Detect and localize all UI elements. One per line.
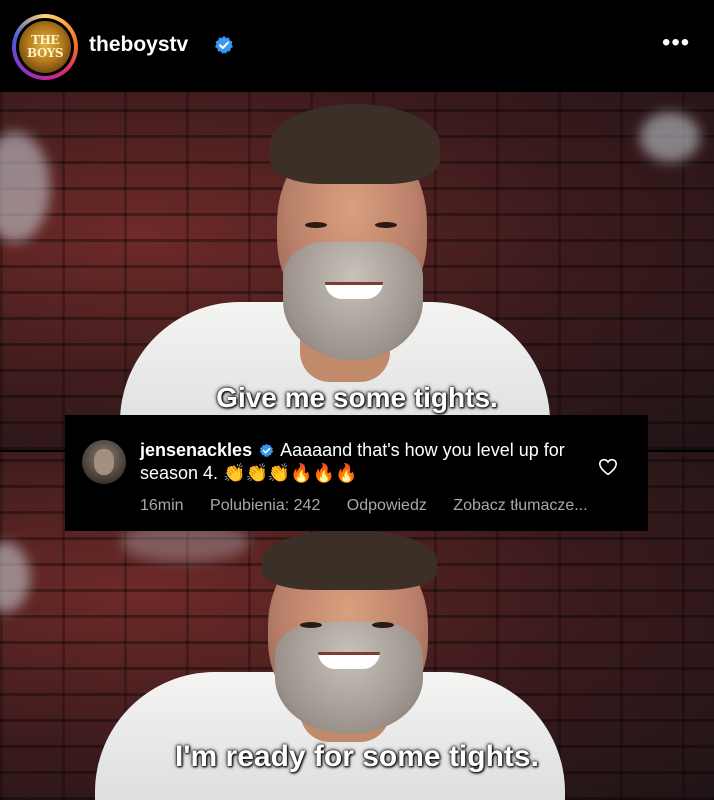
avatar-logo: THE BOYS <box>19 21 71 73</box>
comment-meta: 16min Polubienia: 242 Odpowiedz Zobacz t… <box>140 497 610 515</box>
comment-body: jensenackles Aaaaand that's how you leve… <box>140 439 600 485</box>
verified-badge-icon <box>215 36 233 54</box>
commenter-face <box>94 449 114 475</box>
video-frame-top: Give me some tights. <box>0 92 714 450</box>
comment-time: 16min <box>140 497 184 514</box>
username[interactable]: theboystv <box>89 33 188 57</box>
avatar-frame: THE BOYS <box>16 18 74 76</box>
avatar-logo-text: THE BOYS <box>26 33 64 60</box>
see-translation-link[interactable]: Zobacz tłumacze... <box>453 497 587 514</box>
reply-button[interactable]: Odpowiedz <box>347 497 427 514</box>
comment-likes[interactable]: Polubienia: 242 <box>210 497 320 514</box>
commenter-username[interactable]: jensenackles <box>140 440 252 460</box>
like-heart-icon[interactable] <box>598 458 618 476</box>
verified-badge-icon <box>259 443 274 458</box>
caption-top: Give me some tights. <box>216 382 498 413</box>
commenter-avatar[interactable] <box>82 440 126 484</box>
more-options-icon[interactable]: ••• <box>662 31 690 55</box>
profile-avatar[interactable]: THE BOYS <box>12 14 78 80</box>
caption-bottom: I'm ready for some tights. <box>175 740 539 773</box>
post-header: THE BOYS theboystv ••• <box>0 0 714 92</box>
comment-card: jensenackles Aaaaand that's how you leve… <box>65 415 648 531</box>
